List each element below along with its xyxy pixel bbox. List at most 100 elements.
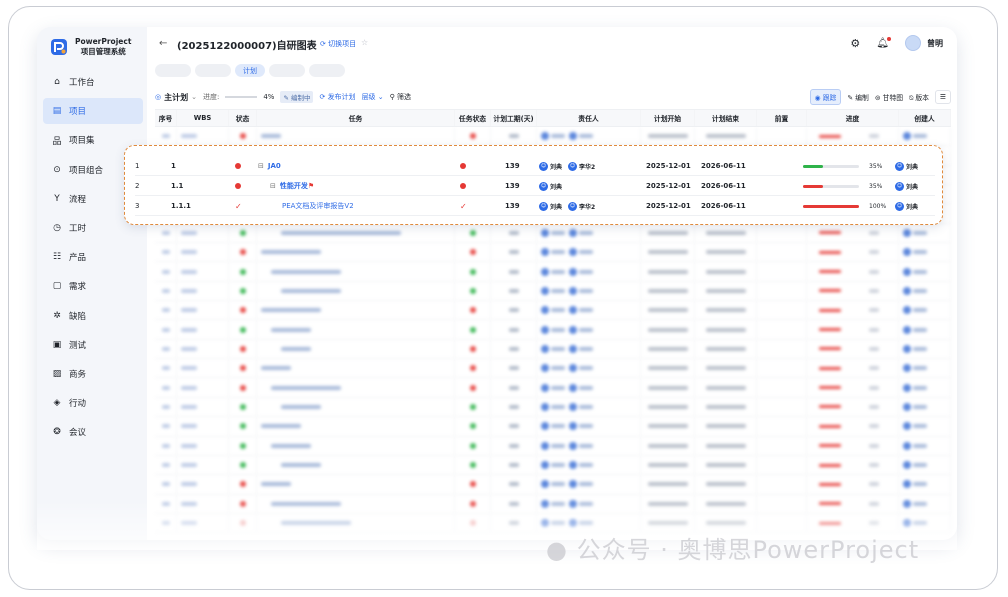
tab-plan[interactable]: 计划 [235, 64, 265, 77]
collapse-toggle-icon[interactable]: ⊟ [258, 162, 264, 170]
column-header[interactable]: 前置 [757, 110, 807, 126]
table-row[interactable] [155, 455, 951, 476]
duration: 139 [505, 182, 520, 190]
table-row[interactable] [155, 359, 951, 379]
column-header[interactable]: 任务 [257, 110, 455, 126]
task-name-cell[interactable]: ⊟ JA0 [258, 156, 281, 176]
tab-blurred-3[interactable] [269, 64, 305, 77]
progress-fill [803, 164, 823, 168]
column-header[interactable]: WBS [177, 110, 229, 126]
task-name-cell[interactable]: ⊟ 性能开发 ⚑ [270, 176, 314, 196]
edit-status-badge: ✎ 编制中 [280, 91, 314, 103]
task-name[interactable]: JA0 [268, 162, 281, 170]
creator: ☺ 刘典 [895, 176, 918, 196]
publish-plan-button[interactable]: ⟳ 发布计划 [319, 92, 355, 102]
tab-blurred-4[interactable] [309, 64, 345, 77]
clock-icon: ◷ [53, 222, 61, 233]
column-header[interactable]: 计划结束 [695, 110, 757, 126]
duration: 139 [505, 202, 520, 210]
table-row[interactable] [155, 397, 951, 418]
product-icon: ☷ [52, 252, 62, 263]
owners[interactable]: ☺ 刘典 ☺ 李华2 [539, 196, 595, 216]
sidebar-item-label: 需求 [69, 282, 87, 293]
creator: ☺ 刘典 [895, 196, 918, 216]
app-logo[interactable]: PowerProject 项目管理系统 [49, 37, 131, 57]
sidebar-item-project[interactable]: ▤ 项目 [43, 98, 143, 125]
track-button[interactable]: ◉ 跟踪 [809, 89, 842, 105]
table-row[interactable] [155, 320, 951, 340]
column-header[interactable]: 进度 [807, 110, 899, 126]
task-name[interactable]: PEA文档及评审报告V2 [282, 201, 354, 211]
user-avatar[interactable] [905, 35, 921, 51]
table-row[interactable] [155, 436, 951, 456]
sidebar-item-business[interactable]: ▨ 商务 [43, 361, 143, 387]
star-icon[interactable]: ☆ [361, 38, 368, 47]
notification-bell-icon[interactable]: 🔔︎ [876, 36, 891, 49]
filter-button[interactable]: ⚲ 筛选 [390, 92, 411, 102]
table-row[interactable]: 1 1 ⊟ JA0 139 ☺ 刘典 ☺ 李华2 2025-12-01 2026-06-11 35% ☺… [135, 156, 935, 176]
sidebar-item-test[interactable]: ▣ 测试 [43, 332, 143, 358]
column-header[interactable]: 状态 [229, 110, 257, 126]
column-header[interactable]: 序号 [155, 110, 177, 126]
gantt-button[interactable]: ⊜ 甘特图 [875, 92, 903, 102]
table-row[interactable] [155, 494, 951, 514]
table-row[interactable] [155, 301, 951, 321]
table-row[interactable] [155, 223, 951, 244]
bug-icon: ✲ [53, 310, 61, 321]
table-row[interactable] [155, 417, 951, 437]
creator-name: 刘典 [906, 163, 919, 171]
owners[interactable]: ☺ 刘典 ☺ 李华2 [539, 156, 595, 176]
column-header[interactable]: 任务状态 [455, 110, 491, 126]
sidebar-item-label: 缺陷 [69, 311, 87, 322]
tab-blurred-1[interactable] [155, 64, 191, 77]
flag-icon: ⚑ [307, 182, 315, 190]
edit-label: 编制 [855, 94, 869, 102]
column-header[interactable]: 责任人 [537, 110, 641, 126]
requirement-icon: ▢ [52, 281, 62, 292]
table-row[interactable] [155, 339, 951, 360]
sidebar-item-label: 会议 [69, 428, 87, 439]
sidebar: PowerProject 项目管理系统 ⌂ 工作台 ▤ 项目品项目集 ⊙ 项目组合 Y 流程 ◷… [37, 27, 147, 540]
table-row[interactable] [155, 378, 951, 398]
level-label: 层级 [361, 93, 376, 101]
sidebar-item-action[interactable]: ◈ 行动 [43, 390, 143, 416]
plan-selector[interactable]: ◎ 主计划 ⌄ [155, 92, 197, 103]
sidebar-item-requirement[interactable]: ▢ 需求 [43, 273, 143, 299]
level-dropdown[interactable]: 层级 ⌄ [362, 92, 384, 102]
progress-fill [803, 184, 823, 188]
version-button[interactable]: ⍉ 版本 [909, 92, 929, 103]
sidebar-item-product[interactable]: ☷ 产品 [43, 244, 143, 270]
business-icon: ▨ [52, 368, 62, 379]
switch-project-button[interactable]: ⟳ 切换项目 [320, 39, 356, 49]
sidebar-item-bug[interactable]: ✲ 缺陷 [43, 303, 143, 329]
back-arrow-icon[interactable]: ← [159, 38, 167, 49]
column-header[interactable]: 创建人 [899, 110, 951, 126]
task-name[interactable]: 性能开发 [280, 181, 308, 191]
sidebar-item-label: 项目集 [69, 136, 95, 147]
settings-gear-icon[interactable]: ⚙ [850, 37, 860, 50]
table-row[interactable] [155, 127, 951, 147]
progress-cell: 35% [803, 156, 882, 176]
logo-line2: 项目管理系统 [80, 47, 126, 56]
owners[interactable]: ☺ 刘典 [539, 176, 562, 196]
table-row[interactable] [155, 281, 951, 302]
column-header[interactable]: 计划工期(天) [491, 110, 537, 126]
table-row[interactable]: 3 1.1.1 ✓ PEA文档及评审报告V2 ✓ 139 ☺ 刘典 ☺ 李华2 2025-12-01… [135, 196, 935, 216]
sidebar-item-label: 行动 [69, 399, 87, 410]
table-row[interactable]: 2 1.1 ⊟ 性能开发 ⚑ 139 ☺ 刘典 2025-12-01 2026-06-11 35%… [135, 176, 935, 196]
table-row[interactable] [155, 475, 951, 495]
progress-bar [803, 184, 859, 188]
column-header[interactable]: 计划开始 [641, 110, 695, 126]
publish-plan-label: 发布计划 [327, 93, 356, 101]
tab-blurred-2[interactable] [195, 64, 231, 77]
table-row[interactable] [155, 262, 951, 282]
task-name-cell[interactable]: PEA文档及评审报告V2 [282, 196, 354, 216]
table-row[interactable] [155, 243, 951, 263]
column-settings-icon[interactable]: ☰ [934, 90, 951, 104]
sidebar-item-meeting[interactable]: ❂ 会议 [43, 419, 143, 445]
edit-button[interactable]: ✎ 编制 [847, 92, 868, 102]
sidebar-item-home[interactable]: ⌂ 工作台 [43, 69, 143, 95]
project-title: (2025122000007)自研图表 [177, 41, 317, 52]
check-icon: ✓ [235, 201, 242, 211]
collapse-toggle-icon[interactable]: ⊟ [270, 182, 276, 190]
